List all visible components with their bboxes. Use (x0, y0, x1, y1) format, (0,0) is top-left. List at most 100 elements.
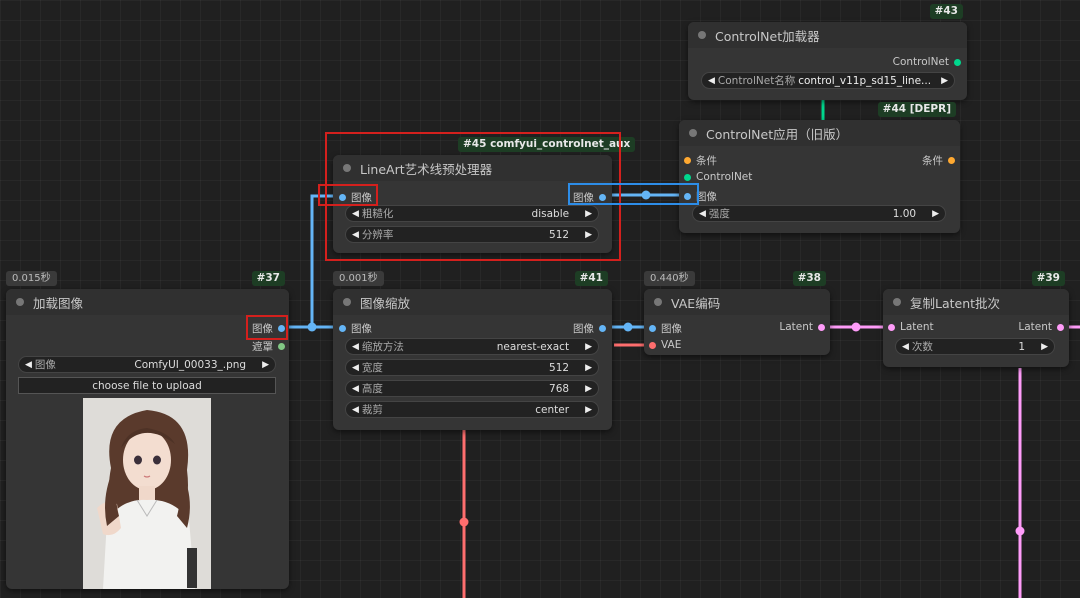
slot-dot-icon[interactable] (948, 157, 955, 164)
arrow-right-icon[interactable]: ▶ (585, 342, 592, 352)
input-slot-image[interactable]: 图像 (339, 190, 372, 205)
node-title[interactable]: 加载图像 (6, 289, 289, 315)
slot-dot-icon[interactable] (818, 323, 825, 331)
collapse-dot-icon[interactable] (689, 129, 697, 137)
node-vae-encode[interactable]: 0.440秒 #38 VAE编码 图像 VAE Latent (644, 271, 830, 355)
widget-crop[interactable]: ◀ 裁剪 center ▶ (345, 401, 599, 418)
widget-label: 高度 (361, 383, 383, 395)
arrow-left-icon[interactable]: ◀ (708, 76, 715, 86)
slot-dot-icon[interactable] (278, 325, 285, 332)
widget-label: 图像 (34, 359, 56, 371)
output-slot-image[interactable]: 图像 (573, 321, 606, 336)
arrow-left-icon[interactable]: ◀ (352, 384, 359, 394)
slot-dot-icon[interactable] (599, 194, 606, 201)
slot-label: 图像 (351, 192, 372, 204)
exec-time-badge: 0.015秒 (6, 271, 57, 286)
node-load-image[interactable]: 0.015秒 #37 加载图像 图像 遮罩 ◀ 图像 ComfyUI_00033_… (6, 271, 289, 589)
node-title-text: LineArt艺术线预处理器 (360, 161, 493, 177)
node-id-badge: #37 (251, 271, 285, 286)
output-slot-mask[interactable]: 遮罩 (252, 339, 285, 354)
output-slot-conditioning[interactable]: 条件 (922, 153, 955, 168)
arrow-left-icon[interactable]: ◀ (352, 405, 359, 415)
arrow-left-icon[interactable]: ◀ (902, 342, 909, 352)
node-title[interactable]: VAE编码 (644, 289, 830, 315)
collapse-dot-icon[interactable] (654, 298, 662, 306)
slot-label: 条件 (696, 155, 717, 167)
node-title-text: 图像缩放 (360, 295, 411, 311)
exec-time-badge: 0.001秒 (333, 271, 384, 286)
input-slot-conditioning[interactable]: 条件 (684, 153, 717, 168)
arrow-right-icon[interactable]: ▶ (585, 405, 592, 415)
slot-label: VAE (661, 339, 682, 351)
collapse-dot-icon[interactable] (16, 298, 24, 306)
upload-button[interactable]: choose file to upload (18, 377, 276, 394)
widget-value: 768 (549, 382, 570, 395)
node-title[interactable]: 复制Latent批次 (883, 289, 1069, 315)
input-slot-image[interactable]: 图像 (649, 321, 682, 336)
input-slot-vae[interactable]: VAE (649, 339, 681, 351)
arrow-right-icon[interactable]: ▶ (941, 76, 948, 86)
arrow-left-icon[interactable]: ◀ (352, 363, 359, 373)
widget-resolution[interactable]: ◀ 分辨率 512 ▶ (345, 226, 599, 243)
collapse-dot-icon[interactable] (698, 31, 706, 39)
arrow-right-icon[interactable]: ▶ (585, 384, 592, 394)
input-slot-image[interactable]: 图像 (339, 321, 372, 336)
slot-dot-icon[interactable] (599, 325, 606, 332)
node-lineart-preprocessor[interactable]: LineArt艺术线预处理器 图像 图像 ◀ 粗糙化 disable ▶ ◀ 分辨率… (333, 155, 612, 253)
node-title[interactable]: LineArt艺术线预处理器 (333, 155, 612, 181)
node-id-badge: #45 comfyui_controlnet_aux (458, 137, 636, 152)
node-repeat-latent-batch[interactable]: #39 复制Latent批次 Latent Latent ◀ 次数 1 ▶ (883, 271, 1069, 367)
slot-dot-icon[interactable] (339, 194, 346, 201)
slot-dot-icon[interactable] (278, 343, 285, 350)
node-title[interactable]: ControlNet应用（旧版） (679, 120, 960, 146)
node-controlnet-apply[interactable]: #44 [DEPR] ControlNet应用（旧版） 条件 条件 Contro… (679, 102, 960, 233)
input-slot-image[interactable]: 图像 (684, 189, 717, 204)
widget-upscale-method[interactable]: ◀ 缩放方法 nearest-exact ▶ (345, 338, 599, 355)
widget-controlnet-name[interactable]: ◀ ControlNet名称 control_v11p_sd15_line... … (701, 72, 955, 89)
slot-dot-icon[interactable] (684, 157, 691, 164)
widget-value: 1.00 (892, 207, 917, 220)
slot-dot-icon[interactable] (684, 173, 691, 181)
arrow-right-icon[interactable]: ▶ (262, 360, 269, 370)
arrow-left-icon[interactable]: ◀ (352, 230, 359, 240)
output-slot-latent[interactable]: Latent (779, 321, 825, 333)
node-title[interactable]: ControlNet加载器 (688, 22, 967, 48)
node-title[interactable]: 图像缩放 (333, 289, 612, 315)
girl-portrait-image (83, 398, 211, 589)
widget-amount[interactable]: ◀ 次数 1 ▶ (895, 338, 1055, 355)
arrow-left-icon[interactable]: ◀ (352, 342, 359, 352)
arrow-right-icon[interactable]: ▶ (1041, 342, 1048, 352)
output-slot-image[interactable]: 图像 (252, 321, 285, 336)
slot-dot-icon[interactable] (954, 58, 961, 66)
slot-dot-icon[interactable] (888, 323, 895, 331)
node-controlnet-loader[interactable]: #43 ControlNet加载器 ControlNet ◀ ControlNet… (688, 4, 967, 100)
widget-strength[interactable]: ◀ 强度 1.00 ▶ (692, 205, 946, 222)
widget-width[interactable]: ◀ 宽度 512 ▶ (345, 359, 599, 376)
node-id-badge: #43 (929, 4, 963, 19)
node-image-scale[interactable]: 0.001秒 #41 图像缩放 图像 图像 ◀ 缩放方法 nearest-exac… (333, 271, 612, 430)
collapse-dot-icon[interactable] (343, 298, 351, 306)
output-slot-latent[interactable]: Latent (1018, 321, 1064, 333)
reroute-dot (459, 517, 469, 527)
arrow-left-icon[interactable]: ◀ (352, 209, 359, 219)
arrow-left-icon[interactable]: ◀ (699, 209, 706, 219)
arrow-right-icon[interactable]: ▶ (585, 230, 592, 240)
arrow-right-icon[interactable]: ▶ (585, 363, 592, 373)
collapse-dot-icon[interactable] (343, 164, 351, 172)
widget-coarse[interactable]: ◀ 粗糙化 disable ▶ (345, 205, 599, 222)
arrow-right-icon[interactable]: ▶ (585, 209, 592, 219)
input-slot-controlnet[interactable]: ControlNet (684, 171, 752, 183)
input-slot-latent[interactable]: Latent (888, 321, 934, 333)
widget-image-select[interactable]: ◀ 图像 ComfyUI_00033_.png ▶ (18, 356, 276, 373)
collapse-dot-icon[interactable] (893, 298, 901, 306)
slot-dot-icon[interactable] (649, 325, 656, 332)
output-slot-controlnet[interactable]: ControlNet (893, 56, 961, 68)
slot-dot-icon[interactable] (684, 193, 691, 200)
output-slot-image[interactable]: 图像 (573, 190, 606, 205)
slot-dot-icon[interactable] (1057, 323, 1064, 331)
arrow-right-icon[interactable]: ▶ (932, 209, 939, 219)
widget-height[interactable]: ◀ 高度 768 ▶ (345, 380, 599, 397)
slot-dot-icon[interactable] (649, 341, 656, 349)
arrow-left-icon[interactable]: ◀ (25, 360, 32, 370)
slot-dot-icon[interactable] (339, 325, 346, 332)
